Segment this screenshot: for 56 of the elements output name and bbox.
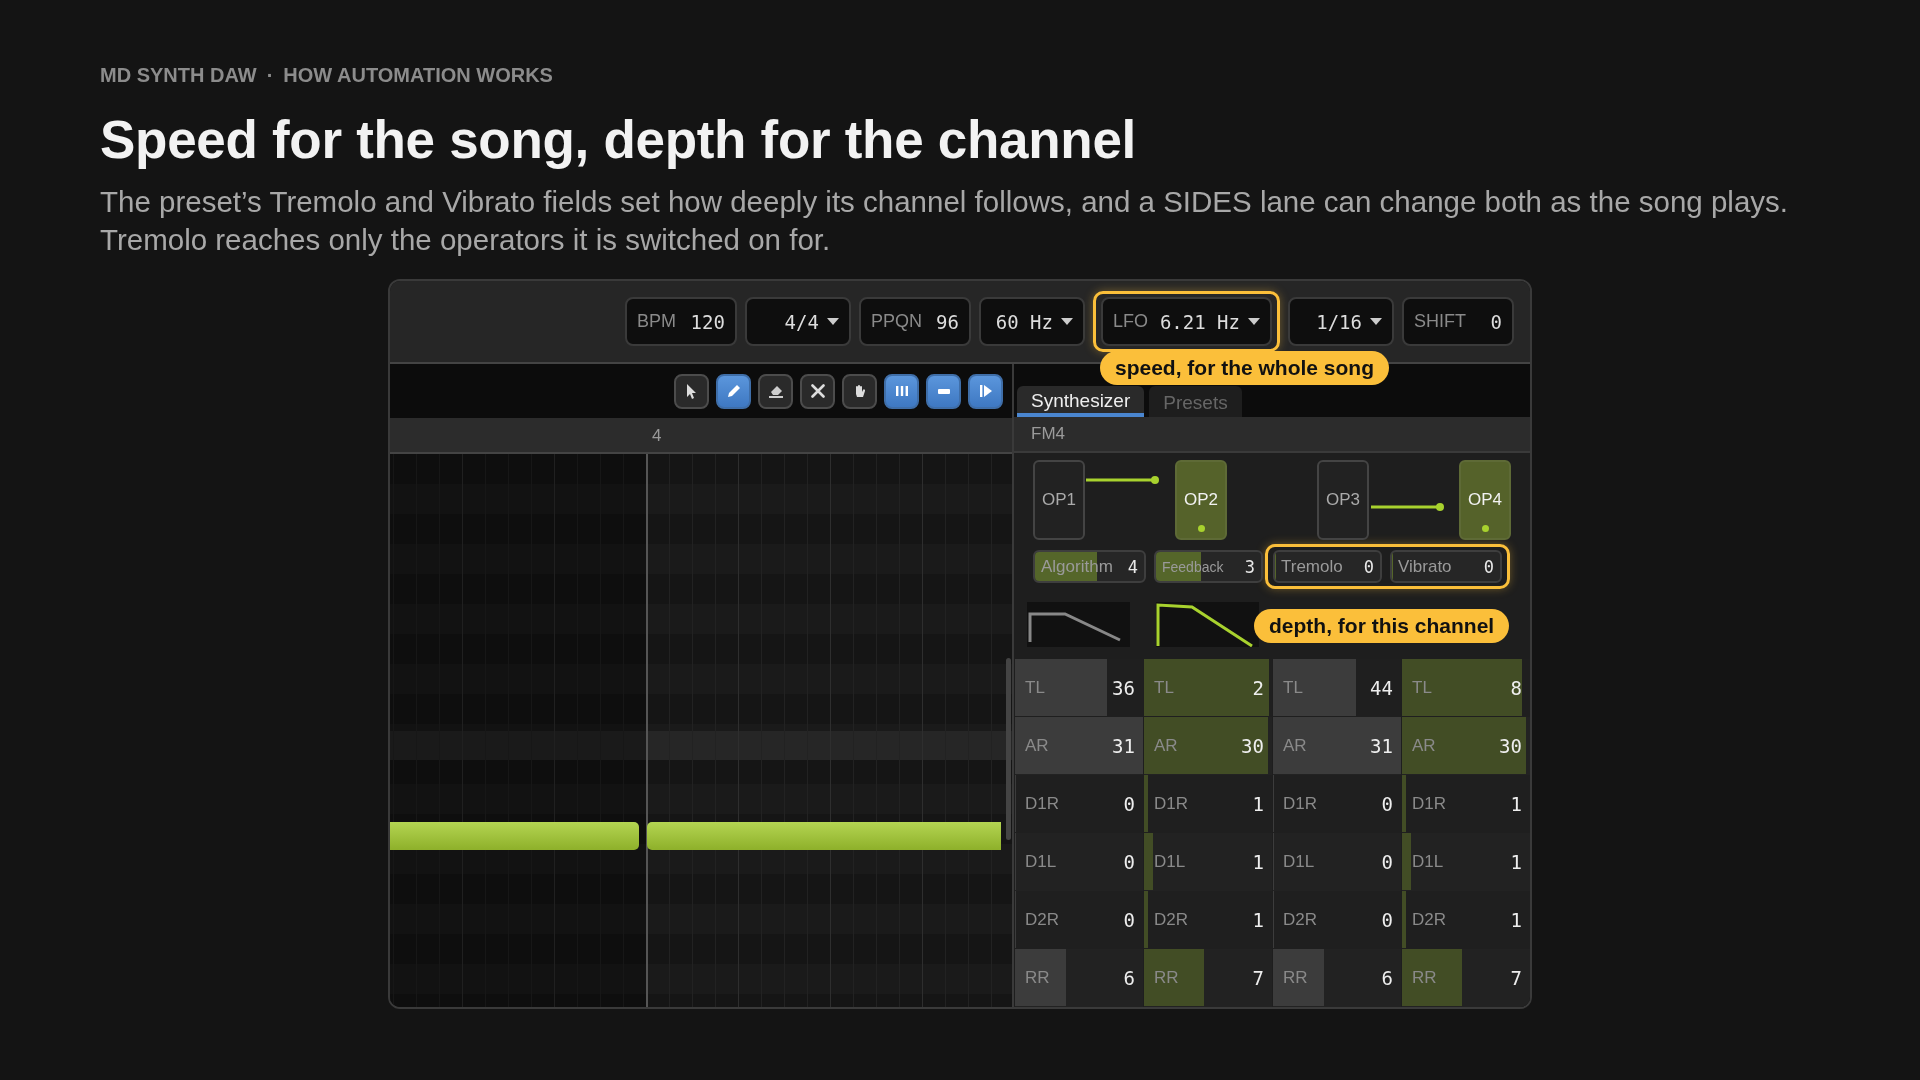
bar-number: 4 [652,426,662,446]
hand-icon [854,385,865,397]
tool-button[interactable] [758,373,793,409]
operator-node[interactable]: OP4 [1459,459,1511,540]
caret-icon [1060,318,1073,325]
param-slider[interactable]: RR 6 [1273,949,1401,1007]
operator-node[interactable]: OP1 [1033,459,1085,540]
tool-button[interactable] [884,373,919,409]
param-slider[interactable]: Vibrato 0 [1390,550,1502,584]
param-slider[interactable]: Tremolo 0 [1273,550,1382,584]
tool-button[interactable] [800,373,835,409]
breadcrumb-item: MD SYNTH DAW [100,64,257,87]
operator-node[interactable]: OP2 [1175,459,1227,540]
param-slider[interactable]: TL 2 [1144,659,1272,717]
param-slider[interactable]: D1L 1 [1402,833,1530,891]
value-field[interactable]: PPQN 96 [858,297,971,346]
param-slider[interactable]: AR 30 [1402,717,1530,775]
tool-button[interactable] [842,373,877,409]
callout: speed, for the whole song [1100,351,1390,385]
scissors-icon [810,384,825,398]
param-slider[interactable]: D1L 1 [1144,833,1272,891]
play-icon [979,385,992,397]
tool-button[interactable] [716,373,751,409]
caret-icon [1248,318,1260,325]
pencil-icon [727,385,740,397]
bars-icon [895,386,908,396]
tool-button[interactable] [968,373,1003,409]
separator-dot: · [266,64,274,87]
callout: depth, for this channel [1254,609,1510,643]
description: The preset’s Tremolo and Vibrato fields set how deeply its channel follows, and a SIDES lane can change both as the song plays. Tremolo reaches only the operators it is switched on for. [100,184,1789,258]
operator-node[interactable]: OP3 [1317,459,1369,540]
param-slider[interactable]: AR 31 [1015,717,1143,775]
param-slider[interactable]: RR 6 [1015,949,1143,1007]
breadcrumb-item: HOW AUTOMATION WORKS [283,64,553,87]
param-slider[interactable]: RR 7 [1144,949,1272,1007]
pointer-icon [687,383,696,399]
param-slider[interactable]: AR 30 [1144,717,1272,775]
dropdown[interactable]: 1/16 [1288,297,1394,346]
section-title: FM4 [1031,424,1065,444]
param-slider[interactable]: AR 31 [1273,717,1401,775]
eraser-icon [768,384,783,398]
tab[interactable]: Synthesizer [1017,386,1145,418]
minus-icon [937,388,950,394]
caret-icon [1370,318,1382,325]
dropdown[interactable]: LFO 6.21 Hz [1100,297,1272,346]
tool-button[interactable] [926,373,961,409]
dropdown[interactable]: 60 Hz [978,297,1085,346]
value-field[interactable]: BPM 120 [624,297,737,346]
value-field[interactable]: SHIFT 0 [1402,297,1514,346]
param-slider[interactable]: D1L 0 [1273,833,1401,891]
dropdown[interactable]: 4/4 [744,297,851,346]
param-slider[interactable]: RR 7 [1402,949,1530,1007]
page-title: Speed for the song, depth for the channel [100,109,1137,171]
tool-button[interactable] [674,373,709,409]
caret-icon [826,318,839,325]
param-slider[interactable]: D1L 0 [1015,833,1143,891]
